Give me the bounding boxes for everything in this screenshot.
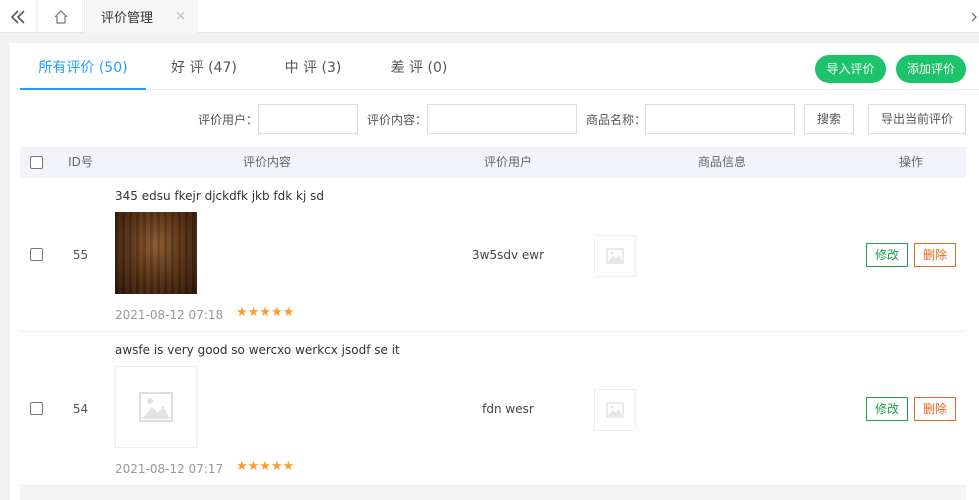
image-placeholder-icon xyxy=(139,392,173,422)
review-text: awsfe is very good so wercxo werkcx jsod… xyxy=(115,343,400,357)
tab-bad-reviews[interactable]: 差 评 (0) xyxy=(380,48,458,90)
home-button[interactable] xyxy=(38,0,85,33)
review-photo[interactable] xyxy=(115,212,197,294)
image-placeholder-icon xyxy=(606,248,624,264)
product-image[interactable] xyxy=(594,235,636,277)
delete-button[interactable]: 删除 xyxy=(914,397,956,421)
close-icon[interactable]: × xyxy=(175,9,186,24)
review-user: 3w5sdv ewr xyxy=(472,248,544,262)
review-photo-placeholder[interactable] xyxy=(115,366,197,448)
header-ops: 操作 xyxy=(898,155,923,169)
header-content: 评价内容 xyxy=(242,155,291,169)
star-rating: ★★★★★ xyxy=(236,305,295,320)
tab-good-reviews[interactable]: 好 评 (47) xyxy=(163,48,245,90)
review-date: 2021-08-12 07:17 xyxy=(115,462,224,476)
header-id: ID号 xyxy=(68,155,93,169)
tab-review-management-label: 评价管理 xyxy=(101,11,154,26)
review-content-input[interactable] xyxy=(427,104,577,134)
reviewer-input[interactable] xyxy=(258,104,358,134)
double-chevron-left-icon xyxy=(10,9,25,24)
table-header: ID号 评价内容 评价用户 商品信息 操作 xyxy=(20,147,966,178)
star-rating: ★★★★★ xyxy=(236,459,295,474)
reviewer-label: 评价用户： xyxy=(198,113,259,127)
review-user: fdn wesr xyxy=(482,402,534,416)
add-review-button[interactable]: 添加评价 xyxy=(896,55,966,83)
review-text: 345 edsu fkejr djckdfk jkb fdk kj sd xyxy=(115,189,324,203)
top-tab-bar: 评价管理 × xyxy=(0,0,979,33)
header-product: 商品信息 xyxy=(697,155,746,169)
scroll-right-button[interactable] xyxy=(971,0,979,33)
collapse-sidebar-button[interactable] xyxy=(0,0,37,33)
search-bar: 评价用户： 评价内容： 商品名称： 搜索 导出当前评价 xyxy=(10,104,979,134)
select-all-checkbox[interactable] xyxy=(30,156,43,169)
product-name-input[interactable] xyxy=(645,104,795,134)
tab-all-reviews[interactable]: 所有评价 (50) xyxy=(20,48,146,90)
import-reviews-button[interactable]: 导入评价 xyxy=(815,55,886,83)
row-checkbox[interactable] xyxy=(30,402,43,415)
review-date: 2021-08-12 07:18 xyxy=(115,308,224,322)
edit-button[interactable]: 修改 xyxy=(866,243,908,267)
delete-button[interactable]: 删除 xyxy=(914,243,956,267)
product-image[interactable] xyxy=(594,389,636,431)
row-id: 55 xyxy=(72,248,89,262)
tab-review-management[interactable]: 评价管理 × xyxy=(86,0,198,33)
header-user: 评价用户 xyxy=(483,155,532,169)
review-content-label: 评价内容： xyxy=(367,113,428,127)
table-row xyxy=(20,486,966,500)
table-row: 54 awsfe is very good so wercxo werkcx j… xyxy=(20,332,966,486)
product-name-label: 商品名称： xyxy=(586,113,647,127)
home-icon xyxy=(54,9,68,24)
main-card: 所有评价 (50) 好 评 (47) 中 评 (3) 差 评 (0) 导入评价 … xyxy=(10,43,979,500)
chevron-right-icon xyxy=(971,12,977,21)
table-row: 55 345 edsu fkejr djckdfk jkb fdk kj sd … xyxy=(20,178,966,332)
image-placeholder-icon xyxy=(606,402,624,418)
search-button[interactable]: 搜索 xyxy=(804,104,854,134)
row-id: 54 xyxy=(72,402,89,416)
export-reviews-button[interactable]: 导出当前评价 xyxy=(868,104,966,134)
tab-neutral-reviews[interactable]: 中 评 (3) xyxy=(274,48,352,90)
edit-button[interactable]: 修改 xyxy=(866,397,908,421)
row-checkbox[interactable] xyxy=(30,248,43,261)
